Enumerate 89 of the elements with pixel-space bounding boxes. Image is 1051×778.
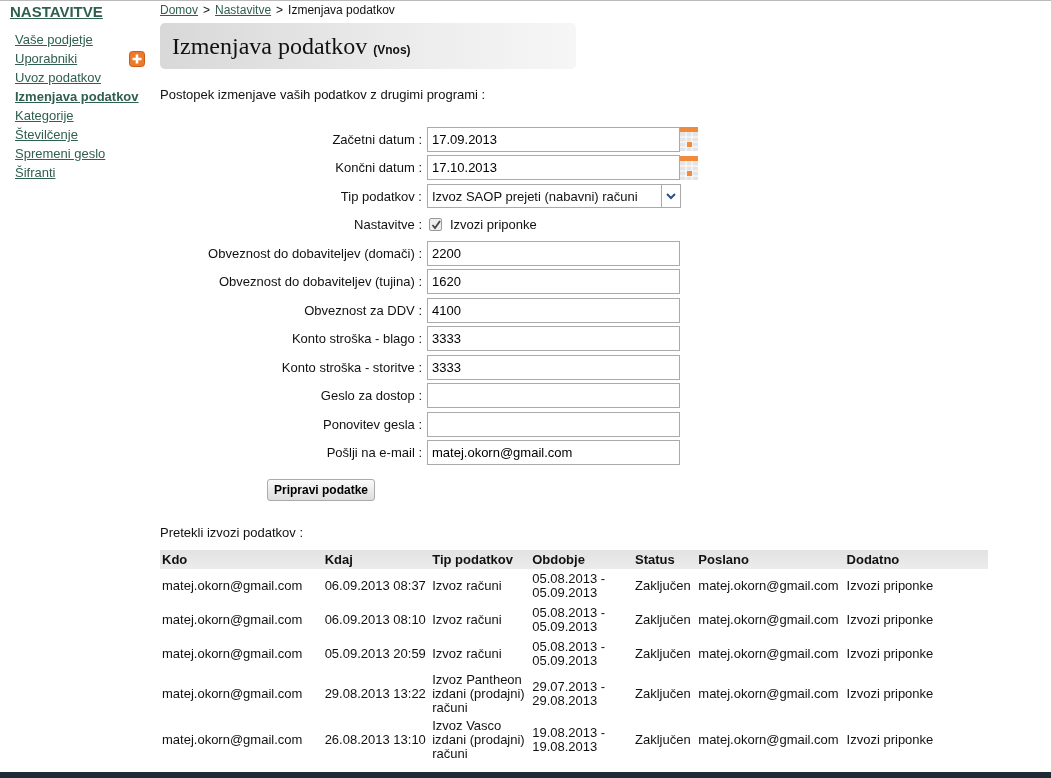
table-cell-text: matej.okorn@gmail.com bbox=[161, 611, 304, 629]
field-label: Nastavitve : bbox=[353, 217, 423, 233]
sidebar-link[interactable]: Šifranti bbox=[15, 165, 56, 180]
table-cell-text: 29.08.2013 13:22 bbox=[323, 685, 427, 703]
table-cell-text: Zaključen bbox=[634, 645, 692, 663]
table-cell: matej.okorn@gmail.com bbox=[696, 569, 845, 603]
table-cell: Izvoz računi bbox=[430, 569, 531, 603]
table-cell-text: matej.okorn@gmail.com bbox=[161, 731, 304, 749]
table-cell-text: 05.08.2013 - 05.09.2013 bbox=[531, 604, 607, 636]
sidebar-link[interactable]: Izmenjava podatkov bbox=[15, 89, 139, 104]
sidebar-link[interactable]: Kategorije bbox=[15, 108, 74, 123]
field-label: Pošlji na e-mail : bbox=[325, 445, 423, 461]
table-cell-text: 29.07.2013 - 29.08.2013 bbox=[531, 678, 607, 710]
column-header: Tip podatkov bbox=[430, 550, 531, 569]
table-cell-text: Izvozi priponke bbox=[845, 611, 935, 629]
table-cell-text: 05.09.2013 20:59 bbox=[323, 645, 427, 663]
field-label: Konto stroška - blago : bbox=[290, 331, 423, 347]
field-label: Tip podatkov : bbox=[339, 188, 423, 204]
table-cell-text: Izvozi priponke bbox=[845, 645, 935, 663]
add-icon[interactable] bbox=[129, 50, 145, 67]
input-field[interactable] bbox=[427, 411, 680, 437]
checkbox-label: Izvozi priponke bbox=[450, 217, 537, 233]
column-header: Dodatno bbox=[844, 550, 988, 569]
column-header: Obdobje bbox=[530, 550, 633, 569]
input-field[interactable]: 1620 bbox=[427, 269, 680, 295]
table-cell: 06.09.2013 08:37 bbox=[322, 569, 431, 603]
column-header: Poslano bbox=[696, 550, 845, 569]
table-cell-text: Izvozi priponke bbox=[845, 731, 935, 749]
sidebar-title: NASTAVITVE bbox=[10, 3, 104, 20]
table-cell: Izvozi priponke bbox=[844, 569, 988, 603]
table-cell: 05.08.2013 - 05.09.2013 bbox=[530, 569, 633, 603]
sidebar-link[interactable]: Uvoz podatkov bbox=[15, 70, 101, 85]
type-dropdown[interactable]: Izvoz SAOP prejeti (nabavni) računi bbox=[427, 184, 681, 209]
table-cell-text: matej.okorn@gmail.com bbox=[697, 611, 840, 629]
table-cell-text: Zaključen bbox=[634, 611, 692, 629]
table-cell-text: Izvoz Vasco izdani (prodajni) računi bbox=[431, 717, 526, 763]
breadcrumb-separator: > bbox=[276, 3, 284, 17]
field-label: Obveznost do dobaviteljev (tujina) : bbox=[217, 274, 423, 290]
table-cell-text: 06.09.2013 08:10 bbox=[323, 611, 427, 629]
breadcrumb-link[interactable]: Domov bbox=[160, 3, 198, 17]
date-field[interactable]: 17.10.2013 bbox=[427, 155, 680, 181]
breadcrumb-separator: > bbox=[203, 3, 211, 17]
date-field[interactable]: 17.09.2013 bbox=[427, 126, 680, 152]
input-field[interactable]: matej.okorn@gmail.com bbox=[427, 440, 680, 466]
checkbox[interactable] bbox=[429, 218, 442, 232]
calendar-icon[interactable] bbox=[680, 127, 698, 152]
field-label: Obveznost za DDV : bbox=[303, 302, 423, 318]
input-field[interactable]: 3333 bbox=[427, 354, 680, 380]
field-label: Geslo za dostop : bbox=[319, 388, 423, 404]
breadcrumb-current: Izmenjava podatkov bbox=[288, 3, 395, 17]
intro-text: Postopek izmenjave vaših podatkov z drugimi programi : bbox=[160, 87, 487, 102]
table-cell-text: matej.okorn@gmail.com bbox=[161, 685, 304, 703]
page-title: Izmenjava podatkov bbox=[172, 33, 368, 60]
column-header: Kdaj bbox=[322, 550, 431, 569]
field-label: Končni datum : bbox=[334, 160, 423, 176]
column-header: Kdo bbox=[160, 550, 323, 569]
column-header: Status bbox=[633, 550, 697, 569]
field-label: Konto stroška - storitve : bbox=[280, 359, 423, 375]
table-cell-text: Zaključen bbox=[634, 731, 692, 749]
input-field[interactable]: 2200 bbox=[427, 240, 680, 266]
table-cell-text: Izvoz računi bbox=[431, 611, 503, 629]
table-cell: Zaključen bbox=[633, 569, 697, 603]
page-subtitle: (Vnos) bbox=[373, 43, 411, 57]
table-cell-text: 19.08.2013 - 19.08.2013 bbox=[531, 724, 607, 756]
table-cell-text: matej.okorn@gmail.com bbox=[697, 685, 840, 703]
table-cell-text: matej.okorn@gmail.com bbox=[697, 645, 840, 663]
field-label: Obveznost do dobaviteljev (domači) : bbox=[207, 245, 423, 261]
table-cell-text: Izvozi priponke bbox=[845, 685, 935, 703]
table-cell-text: matej.okorn@gmail.com bbox=[697, 731, 840, 749]
section-title: Pretekli izvozi podatkov : bbox=[160, 525, 305, 540]
field-label: Začetni datum : bbox=[331, 131, 423, 147]
sidebar-link[interactable]: Vaše podjetje bbox=[15, 32, 93, 47]
sidebar-link[interactable]: Uporabniki bbox=[15, 51, 78, 66]
prepare-data-button[interactable]: Pripravi podatke bbox=[267, 479, 376, 501]
input-field[interactable]: 4100 bbox=[427, 297, 680, 323]
sidebar-link[interactable]: Spremeni geslo bbox=[15, 146, 106, 161]
calendar-icon[interactable] bbox=[680, 155, 698, 180]
table-cell-text: Izvoz Pantheon izdani (prodajni) računi bbox=[431, 671, 526, 717]
breadcrumb-link[interactable]: Nastavitve bbox=[215, 3, 272, 17]
field-label: Ponovitev gesla : bbox=[322, 416, 423, 432]
sidebar-link[interactable]: Številčenje bbox=[15, 127, 78, 142]
table-cell-text: Izvoz računi bbox=[431, 645, 503, 663]
table-cell-text: 05.08.2013 - 05.09.2013 bbox=[531, 638, 607, 670]
table-cell-text: matej.okorn@gmail.com bbox=[161, 645, 304, 663]
table-cell-text: 26.08.2013 13:10 bbox=[323, 731, 427, 749]
input-field[interactable]: 3333 bbox=[427, 326, 680, 352]
table-cell: matej.okorn@gmail.com bbox=[160, 569, 323, 603]
input-field[interactable] bbox=[427, 383, 680, 409]
table-cell-text: Zaključen bbox=[634, 685, 692, 703]
